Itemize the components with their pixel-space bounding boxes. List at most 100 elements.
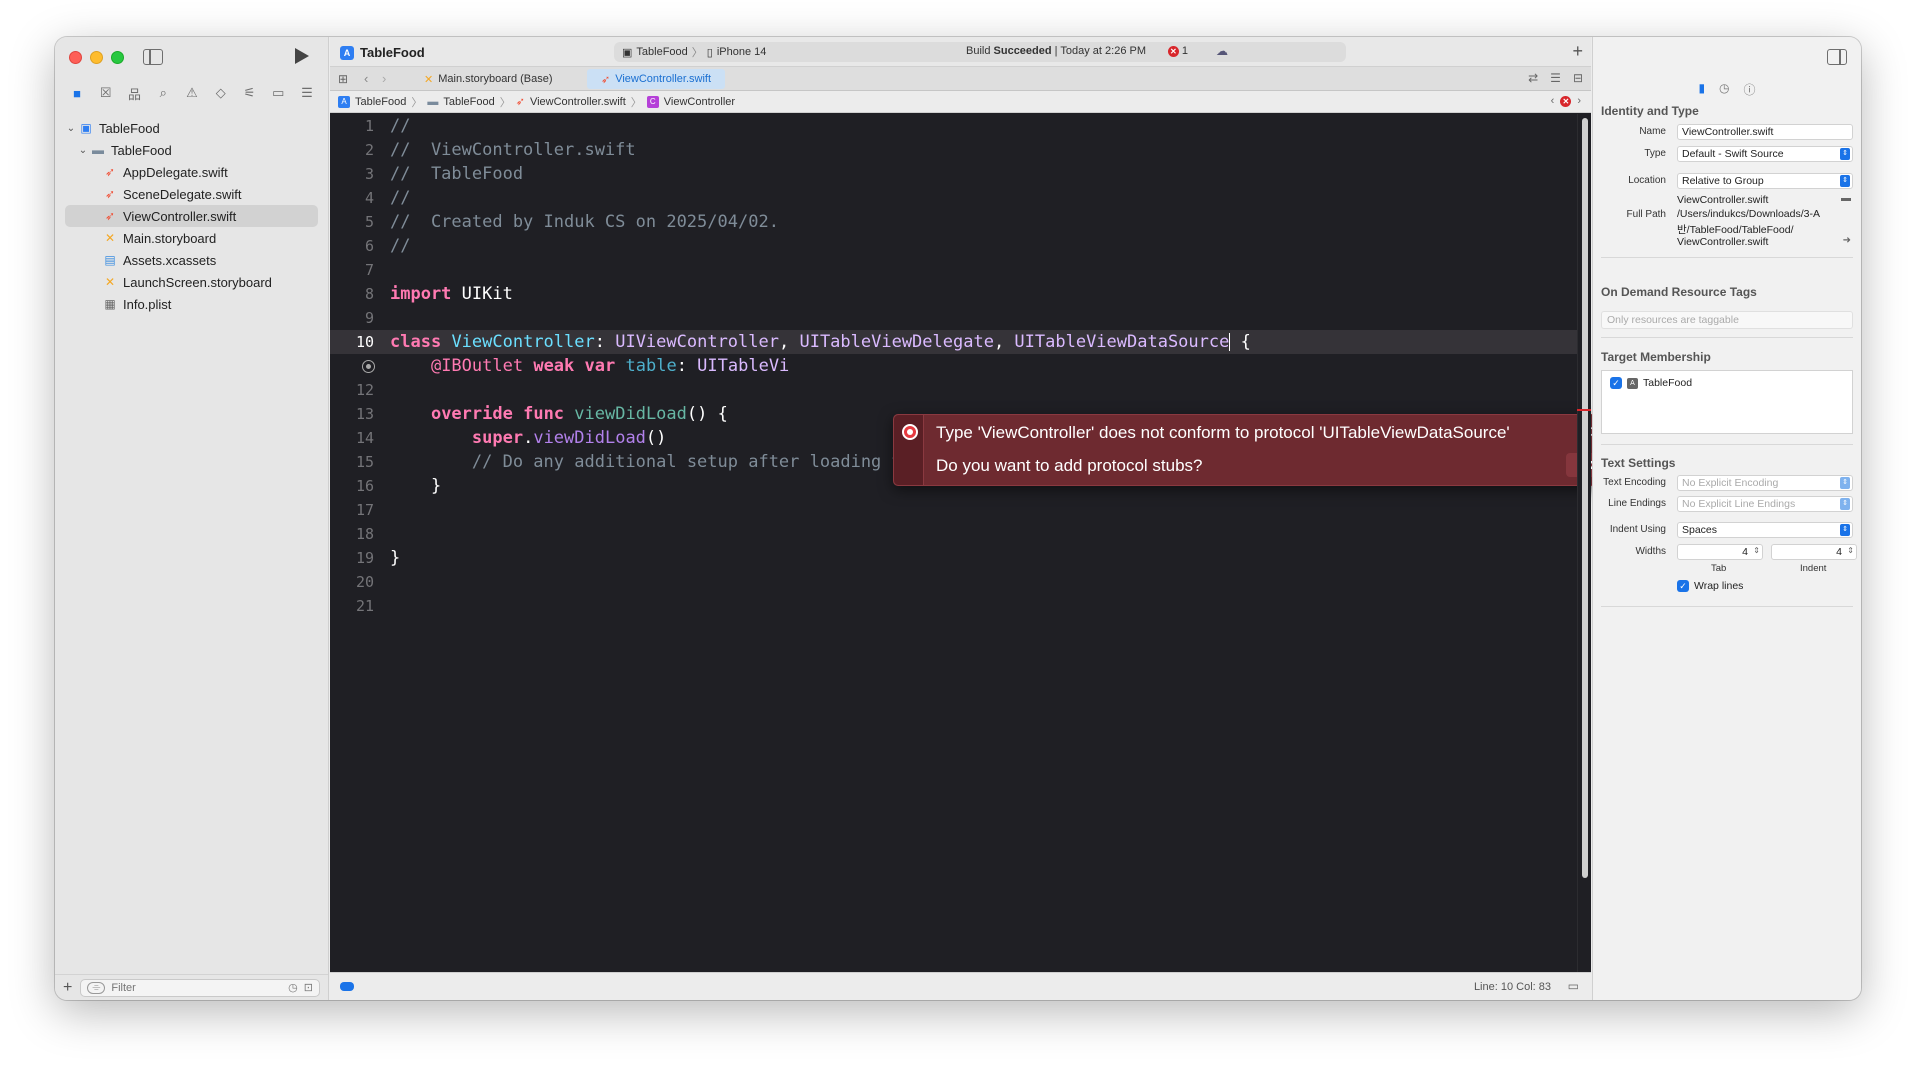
run-button[interactable]	[295, 48, 309, 64]
line-number: 12	[355, 381, 374, 399]
jumpbar-project[interactable]: TableFood	[355, 96, 406, 108]
tree-item-file-selected[interactable]: ➶ ViewController.swift	[65, 205, 318, 227]
minimize-window-button[interactable]	[90, 51, 103, 64]
history-icon[interactable]: ◷	[1719, 81, 1729, 98]
vertical-scrollbar[interactable]	[1577, 114, 1591, 972]
source-control-icon[interactable]: ☒	[96, 85, 116, 101]
grid-icon[interactable]: ⊞	[338, 72, 348, 86]
plist-icon: ▦	[104, 297, 116, 311]
warning-icon[interactable]: ⚠	[182, 85, 202, 101]
jumpbar-file[interactable]: ViewController.swift	[530, 96, 626, 108]
tree-item-file[interactable]: ▤ Assets.xcassets	[55, 249, 328, 271]
scrollbar-thumb[interactable]	[1582, 118, 1588, 878]
storyboard-icon: ✕	[424, 73, 434, 86]
folder-icon[interactable]: ▬	[1841, 193, 1851, 204]
tab-main-storyboard[interactable]: ✕ Main.storyboard (Base)	[410, 69, 567, 89]
search-icon[interactable]: ⌕	[153, 85, 173, 101]
reveal-arrow-icon[interactable]: ➜	[1843, 235, 1851, 246]
error-stripe	[894, 415, 924, 485]
wrap-lines-option[interactable]: ✓ Wrap lines	[1677, 580, 1743, 592]
stepper-icon[interactable]: ⇕	[1847, 546, 1854, 555]
scm-filter-icon[interactable]: ⊡	[304, 981, 313, 994]
name-field[interactable]: ViewController.swift	[1677, 124, 1853, 140]
stepper-icon[interactable]: ⇕	[1753, 546, 1760, 555]
error-icon[interactable]: ✕	[1560, 95, 1572, 107]
file-inspector-icon[interactable]: ▮	[1698, 81, 1705, 98]
jumpbar-symbol[interactable]: ViewController	[664, 96, 735, 108]
checkbox-checked-icon[interactable]: ✓	[1610, 377, 1622, 389]
chevron-down-icon[interactable]: ⌄	[65, 123, 77, 134]
location-select[interactable]: Relative to Group ⇕	[1677, 173, 1853, 189]
recent-files-icon[interactable]: ◷	[288, 981, 298, 994]
filter-field[interactable]: ⌯ ◷ ⊡	[80, 978, 320, 997]
breakpoint-tag-icon[interactable]: ▭	[268, 85, 288, 101]
filter-options-icon[interactable]: ⌯	[87, 981, 106, 994]
encoding-select[interactable]: No Explicit Encoding ⇕	[1677, 475, 1853, 491]
target-label: TableFood	[1643, 377, 1693, 389]
back-chevron-icon[interactable]: ‹	[364, 71, 368, 86]
type-select[interactable]: Default - Swift Source ⇕	[1677, 146, 1853, 162]
tree-item-file[interactable]: ➶ SceneDelegate.swift	[55, 183, 328, 205]
target-item[interactable]: ✓ A TableFood	[1610, 377, 1692, 389]
help-icon[interactable]: ⓘ	[1744, 81, 1756, 98]
project-name: TableFood	[360, 45, 425, 60]
tree-item-file[interactable]: ➶ AppDelegate.swift	[55, 161, 328, 183]
checkbox-checked-icon[interactable]: ✓	[1677, 580, 1689, 592]
build-status: Build Succeeded | Today at 2:26 PM	[966, 45, 1146, 57]
test-diamond-icon[interactable]: ◇	[211, 85, 231, 101]
scheme-selector[interactable]: ▣ TableFood 〉 ▯ iPhone 14	[622, 44, 766, 60]
previous-issue-icon[interactable]: ‹	[1551, 95, 1555, 107]
zoom-window-button[interactable]	[111, 51, 124, 64]
jumpbar-folder[interactable]: TableFood	[443, 96, 494, 108]
add-library-button[interactable]: +	[1572, 41, 1583, 62]
divider	[1601, 606, 1853, 607]
chevron-right-icon: 〉	[411, 96, 423, 109]
swap-icon[interactable]: ⇄	[1528, 71, 1538, 85]
tree-item-file[interactable]: ✕ Main.storyboard	[55, 227, 328, 249]
tab-width-field[interactable]: 4 ⇕	[1677, 544, 1763, 560]
fullpath-label: Full Path	[1626, 209, 1666, 220]
inspector-toggle-icon[interactable]	[1827, 49, 1847, 65]
endings-select[interactable]: No Explicit Line Endings ⇕	[1677, 496, 1853, 512]
window-toolbar: A TableFood ▣ TableFood 〉 ▯ iPhone 14 Bu…	[330, 37, 1591, 67]
forward-chevron-icon[interactable]: ›	[382, 71, 386, 86]
close-window-button[interactable]	[69, 51, 82, 64]
line-number: 2	[364, 141, 374, 159]
sidebar-toggle-icon[interactable]	[143, 49, 163, 65]
indent-width-field[interactable]: 4 ⇕	[1771, 544, 1857, 560]
tree-item-label: LaunchScreen.storyboard	[123, 274, 272, 290]
cloud-icon[interactable]: ☁	[1216, 44, 1228, 58]
tree-item-project[interactable]: ⌄ ▣ TableFood	[55, 117, 328, 139]
tree-item-label: ViewController.swift	[123, 208, 237, 224]
debug-area-toggle-icon[interactable]	[340, 982, 354, 991]
indent-select[interactable]: Spaces ⇕	[1677, 522, 1853, 538]
section-title: Target Membership	[1601, 350, 1711, 364]
project-title: A TableFood	[340, 45, 425, 60]
build-status-prefix: Build	[965, 45, 991, 57]
folder-icon[interactable]: ■	[67, 86, 87, 101]
stepper-icon: ⇕	[1840, 175, 1850, 187]
tab-viewcontroller[interactable]: ➶ ViewController.swift	[587, 69, 725, 89]
symbol-hierarchy-icon[interactable]: 品	[125, 84, 145, 103]
location-label: Location	[1628, 175, 1666, 186]
panel-toggle-icon[interactable]: ▭	[1568, 979, 1579, 993]
debug-spray-icon[interactable]: ⚟	[240, 85, 260, 101]
chevron-down-icon[interactable]: ⌄	[77, 145, 89, 156]
tree-item-group[interactable]: ⌄ ▬ TableFood	[55, 139, 328, 161]
add-file-button[interactable]: +	[63, 979, 72, 997]
report-icon[interactable]: ☰	[297, 85, 317, 101]
code-line: //	[390, 116, 411, 136]
editor-options-icon[interactable]: ☰	[1550, 71, 1561, 85]
tree-item-file[interactable]: ✕ LaunchScreen.storyboard	[55, 271, 328, 293]
split-editor-icon[interactable]: ⊟	[1573, 71, 1583, 85]
filter-input[interactable]	[111, 981, 283, 994]
source-editor[interactable]: 1 2 3 4 5 6 7 8 9 10 12 13 14 15 16 17 1…	[330, 114, 1617, 972]
tags-field[interactable]: Only resources are taggable	[1601, 311, 1853, 329]
error-badge[interactable]: ✕ 1	[1167, 45, 1188, 57]
next-issue-icon[interactable]: ›	[1577, 95, 1581, 107]
outlet-connection-icon[interactable]	[362, 360, 375, 373]
encoding-row: Text Encoding No Explicit Encoding ⇕	[1593, 475, 1861, 491]
tree-item-file[interactable]: ▦ Info.plist	[55, 293, 328, 315]
build-status-result: Succeeded	[993, 45, 1052, 57]
